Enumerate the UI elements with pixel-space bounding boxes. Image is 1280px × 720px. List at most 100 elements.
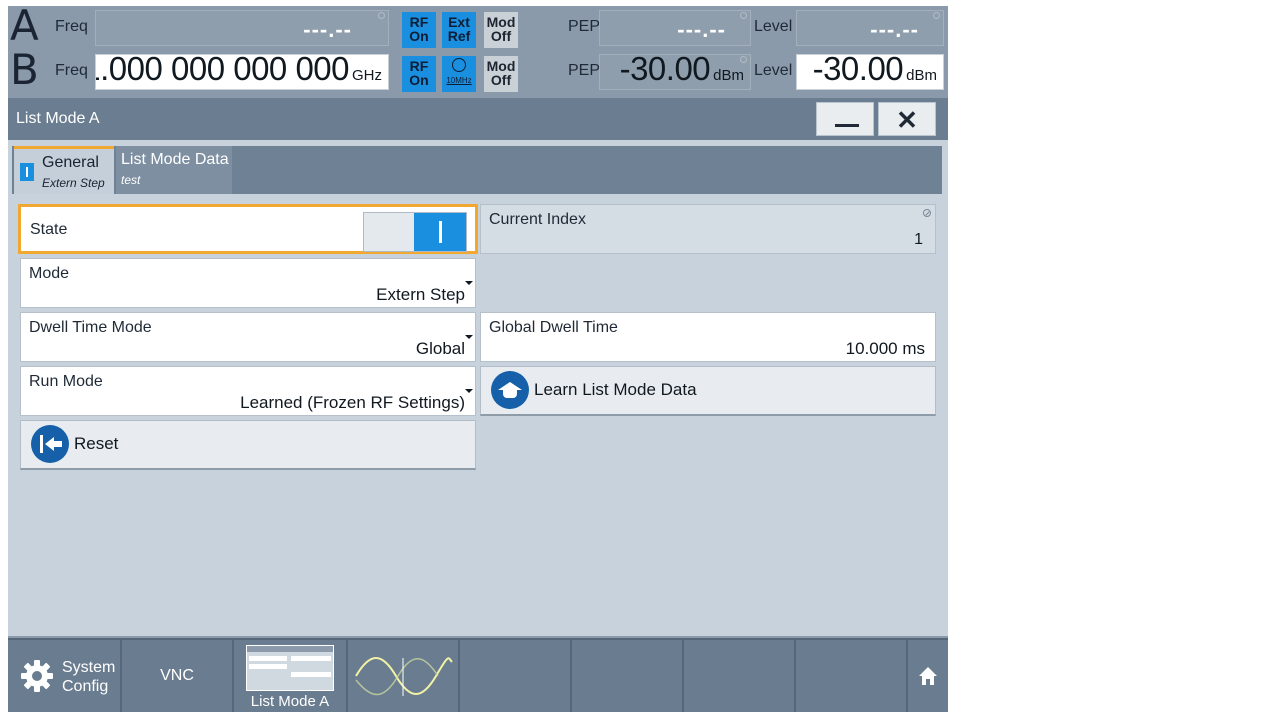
mode-label: Mode [29,265,70,282]
level-unit-b: dBm [906,67,937,84]
reset-arrow-icon [31,425,69,463]
graduation-cap-icon [491,371,529,409]
info-icon [20,163,34,181]
ref-oscillator-icon [452,58,466,72]
global-dwell-time-field[interactable]: Global Dwell Time 10.000 ms [480,312,936,362]
learn-list-mode-data-button[interactable]: Learn List Mode Data [480,366,936,416]
system-config-line2: Config [62,678,109,695]
state-field[interactable]: State [18,204,478,254]
rf-chip-line2: On [409,28,429,44]
taskbar: System Config VNC List Mode A [8,638,948,712]
rf-on-toggle-a[interactable]: RF On [402,12,436,48]
freq-unit-b: GHz [352,67,382,84]
pep-field-b[interactable]: -30.00 dBm [599,54,751,90]
pep-value-b: -30.00 [619,54,711,87]
current-index-label: Current Index [489,211,586,228]
minimize-button[interactable] [816,102,874,136]
list-mode-dialog: List Mode A ✕ General Extern Step List M… [8,98,948,636]
freq-value-a: ---.-- [303,17,352,42]
tab-list-mode-data[interactable]: List Mode Data test [116,146,232,194]
pep-label-a: PEP [568,18,601,35]
close-button[interactable]: ✕ [878,102,936,136]
pep-field-a[interactable]: ---.-- [599,10,751,46]
dialog-title-bar: List Mode A ✕ [8,98,948,140]
reset-button-label: Reset [74,434,119,453]
status-row-path-a: A Freq ---.-- RF On Ext Ref Mod Off PEP … [8,6,948,50]
mod-chip-line2: Off [490,28,512,44]
pep-label-b: PEP [568,62,601,79]
empty-task-slot[interactable] [684,640,794,712]
vnc-label: VNC [160,667,194,684]
rf-chip-line2: On [409,72,429,88]
state-label: State [30,221,68,238]
freq-field-a[interactable]: ---.-- [95,10,389,46]
ref-10mhz-toggle-b[interactable]: 10MHz [442,56,476,92]
dropdown-caret-icon [465,335,473,339]
level-label-b: Level [754,62,793,79]
read-only-icon [923,209,931,217]
mod-off-toggle-b[interactable]: Mod Off [484,56,518,92]
run-mode-select[interactable]: Run Mode Learned (Frozen RF Settings) [20,366,476,416]
instrument-screen: A Freq ---.-- RF On Ext Ref Mod Off PEP … [8,6,948,712]
current-index-value: 1 [914,231,923,248]
vnc-button[interactable]: VNC [122,640,232,712]
close-icon: ✕ [896,105,918,135]
pep-unit-b: dBm [713,67,744,84]
state-toggle[interactable] [363,212,467,252]
tab-data-sub: test [121,173,141,187]
freq-value-b: 1.000 000 000 000 [95,54,349,87]
waveform-icon [355,657,453,696]
list-mode-a-task[interactable]: List Mode A [234,640,346,712]
level-label-a: Level [754,18,793,35]
current-index-field: Current Index 1 [480,204,936,254]
freq-label-a: Freq [55,18,88,35]
list-mode-thumbnail [246,645,334,691]
list-mode-task-label: List Mode A [250,693,330,710]
dwell-time-mode-label: Dwell Time Mode [29,319,152,336]
level-field-a[interactable]: ---.-- [796,10,944,46]
rf-on-toggle-b[interactable]: RF On [402,56,436,92]
system-config-button[interactable]: System Config [8,640,120,712]
home-button[interactable] [908,640,948,712]
dropdown-caret-icon [465,389,473,393]
mod-chip-line2: Off [490,72,512,88]
empty-task-slot[interactable] [460,640,570,712]
learn-button-label: Learn List Mode Data [534,380,697,399]
tab-general[interactable]: General Extern Step [14,146,114,194]
mod-off-toggle-a[interactable]: Mod Off [484,12,518,48]
freq-field-b[interactable]: 1.000 000 000 000 GHz [95,54,389,90]
ref-chip-text: 10MHz [446,76,472,85]
status-row-path-b: B Freq 1.000 000 000 000 GHz RF On 10MHz … [8,46,948,94]
system-config-label: System Config [62,658,115,696]
gear-icon [21,660,53,692]
status-dot-icon [378,12,385,19]
tab-bar: General Extern Step List Mode Data test [12,146,942,194]
run-mode-value: Learned (Frozen RF Settings) [240,393,465,412]
path-letter-a: A [10,6,39,50]
tab-data-label: List Mode Data [121,151,229,168]
dwell-time-mode-value: Global [415,339,465,358]
mode-value: Extern Step [376,285,465,304]
level-field-b[interactable]: -30.00 dBm [796,54,944,90]
ref-chip-line2: Ref [447,28,471,44]
pep-value-a: ---.-- [677,17,726,42]
global-dwell-time-label: Global Dwell Time [489,319,618,336]
dwell-time-mode-select[interactable]: Dwell Time Mode Global [20,312,476,362]
path-letter-b: B [10,45,39,94]
reset-button[interactable]: Reset [20,420,476,470]
waveform-task[interactable] [348,640,458,712]
tab-general-label: General [42,154,99,171]
ext-ref-toggle-a[interactable]: Ext Ref [442,12,476,48]
run-mode-label: Run Mode [29,373,103,390]
toggle-on-knob [414,213,466,251]
level-value-b: -30.00 [812,54,904,87]
global-dwell-time-value: 10.000 ms [845,339,925,358]
dialog-title: List Mode A [16,110,100,127]
empty-task-slot[interactable] [572,640,682,712]
system-config-line1: System [62,659,116,676]
status-dot-icon [933,12,940,19]
dropdown-caret-icon [465,281,473,285]
mode-select[interactable]: Mode Extern Step [20,258,476,308]
tab-general-sub: Extern Step [42,176,105,190]
empty-task-slot[interactable] [796,640,906,712]
